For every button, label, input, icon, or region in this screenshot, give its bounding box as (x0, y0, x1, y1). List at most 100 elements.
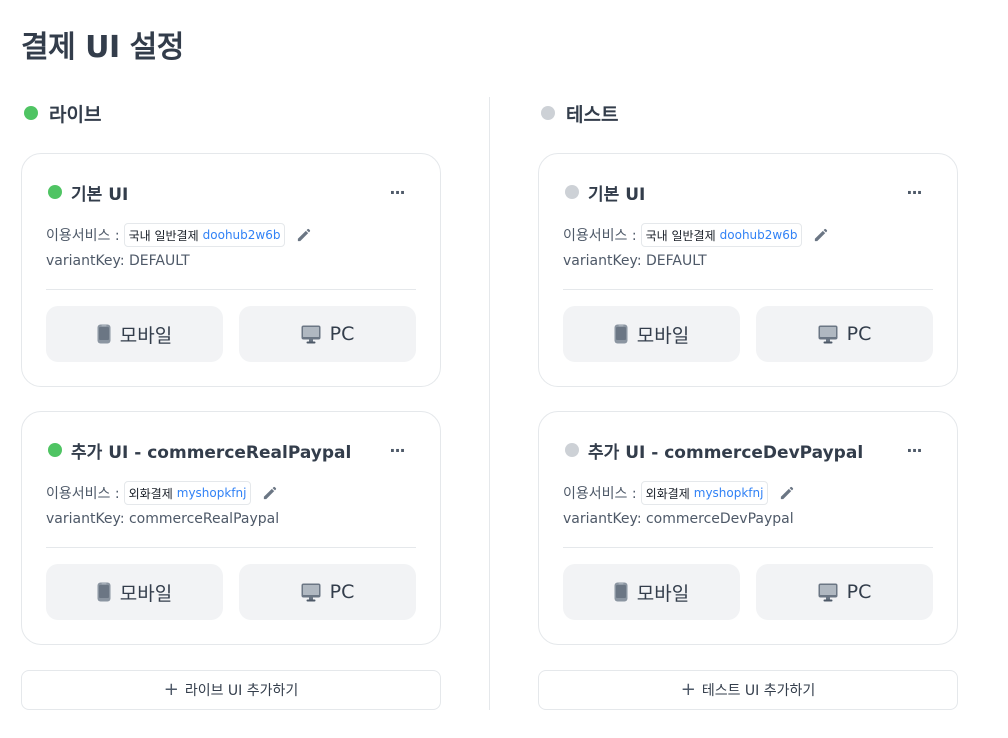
service-name: 국내 일반결제 (128, 228, 199, 243)
test-env-title: 테스트 (566, 103, 619, 126)
mobile-button-label: 모바일 (119, 582, 173, 605)
mobile-preview-button[interactable]: 모바일 (46, 564, 223, 620)
status-dot-icon (565, 185, 579, 199)
desktop-monitor-icon (301, 583, 321, 602)
live-status-dot-icon (24, 106, 38, 120)
service-tag: 국내 일반결제 doohub2w6b (123, 223, 286, 247)
pc-button-label: PC (329, 581, 355, 603)
card-separator (563, 547, 933, 548)
mobile-phone-icon (97, 582, 111, 602)
card-title: 기본 UI (588, 184, 646, 205)
more-options-button[interactable]: ··· (897, 181, 931, 203)
service-name: 외화결제 (128, 486, 173, 501)
pencil-icon (263, 486, 277, 499)
add-test-ui-label: 테스트 UI 추가하기 (701, 683, 816, 699)
service-label: 이용서비스 : (563, 486, 637, 502)
more-horizontal-icon: ··· (906, 182, 922, 202)
live-ui-card-additional: 추가 UI - commerceRealPaypal ··· 이용서비스 : 외… (21, 411, 441, 645)
more-horizontal-icon: ··· (389, 182, 405, 202)
service-row: 이용서비스 : 외화결제 myshopkfnj (563, 480, 795, 506)
card-title: 추가 UI - commerceRealPaypal (71, 442, 352, 463)
more-horizontal-icon: ··· (906, 440, 922, 460)
mobile-preview-button[interactable]: 모바일 (563, 306, 740, 362)
mobile-preview-button[interactable]: 모바일 (46, 306, 223, 362)
test-env-header: 테스트 (538, 99, 618, 127)
pc-preview-button[interactable]: PC (756, 564, 933, 620)
service-label: 이용서비스 : (563, 228, 637, 244)
payment-ui-settings-page: 결제 UI 설정 라이브 기본 UI ··· 이용서비스 : 국내 일반결제 d… (0, 0, 1008, 738)
pc-preview-button[interactable]: PC (239, 564, 416, 620)
card-title: 추가 UI - commerceDevPaypal (588, 442, 864, 463)
service-id: myshopkfnj (176, 486, 247, 500)
device-buttons: 모바일 PC (563, 564, 933, 620)
test-ui-card-additional: 추가 UI - commerceDevPaypal ··· 이용서비스 : 외화… (538, 411, 958, 645)
card-header: 추가 UI - commerceDevPaypal (565, 438, 864, 463)
mobile-phone-icon (614, 582, 628, 602)
variant-key: variantKey: commerceDevPaypal (563, 511, 794, 527)
service-id: doohub2w6b (719, 228, 798, 242)
service-name: 외화결제 (645, 486, 690, 501)
card-title: 기본 UI (71, 184, 129, 205)
pc-button-label: PC (329, 323, 355, 345)
variant-key: variantKey: DEFAULT (46, 253, 190, 269)
mobile-button-label: 모바일 (636, 324, 690, 347)
device-buttons: 모바일 PC (46, 564, 416, 620)
pencil-icon (780, 486, 794, 499)
more-horizontal-icon: ··· (389, 440, 405, 460)
add-test-ui-button[interactable]: + 테스트 UI 추가하기 (538, 670, 958, 710)
edit-service-button[interactable] (294, 226, 312, 244)
service-tag: 외화결제 myshopkfnj (123, 481, 252, 505)
add-live-ui-label: 라이브 UI 추가하기 (184, 683, 299, 699)
service-tag: 외화결제 myshopkfnj (640, 481, 769, 505)
test-ui-card-default: 기본 UI ··· 이용서비스 : 국내 일반결제 doohub2w6b var… (538, 153, 958, 387)
live-env-header: 라이브 (21, 99, 101, 127)
variant-key: variantKey: commerceRealPaypal (46, 511, 280, 527)
more-options-button[interactable]: ··· (380, 181, 414, 203)
service-id: doohub2w6b (202, 228, 281, 242)
card-header: 기본 UI (48, 180, 129, 205)
status-dot-icon (565, 443, 579, 457)
plus-icon: + (680, 679, 696, 700)
pencil-icon (814, 228, 828, 241)
card-header: 추가 UI - commerceRealPaypal (48, 438, 352, 463)
service-label: 이용서비스 : (46, 486, 120, 502)
status-dot-icon (48, 443, 62, 457)
desktop-monitor-icon (818, 325, 838, 344)
service-label: 이용서비스 : (46, 228, 120, 244)
more-options-button[interactable]: ··· (897, 439, 931, 461)
pc-preview-button[interactable]: PC (239, 306, 416, 362)
live-env-title: 라이브 (49, 103, 102, 126)
card-separator (46, 289, 416, 290)
service-row: 이용서비스 : 국내 일반결제 doohub2w6b (563, 222, 829, 248)
pc-button-label: PC (846, 323, 872, 345)
variant-key: variantKey: DEFAULT (563, 253, 707, 269)
test-column: 테스트 기본 UI ··· 이용서비스 : 국내 일반결제 doohub2w6b… (538, 0, 958, 738)
mobile-phone-icon (97, 324, 111, 344)
desktop-monitor-icon (301, 325, 321, 344)
add-live-ui-button[interactable]: + 라이브 UI 추가하기 (21, 670, 441, 710)
mobile-button-label: 모바일 (636, 582, 690, 605)
card-header: 기본 UI (565, 180, 646, 205)
edit-service-button[interactable] (777, 484, 795, 502)
mobile-phone-icon (614, 324, 628, 344)
service-name: 국내 일반결제 (645, 228, 716, 243)
device-buttons: 모바일 PC (563, 306, 933, 362)
device-buttons: 모바일 PC (46, 306, 416, 362)
edit-service-button[interactable] (811, 226, 829, 244)
live-column: 라이브 기본 UI ··· 이용서비스 : 국내 일반결제 doohub2w6b… (21, 0, 441, 738)
card-separator (46, 547, 416, 548)
pc-preview-button[interactable]: PC (756, 306, 933, 362)
pencil-icon (297, 228, 311, 241)
service-tag: 국내 일반결제 doohub2w6b (640, 223, 803, 247)
service-row: 이용서비스 : 국내 일반결제 doohub2w6b (46, 222, 312, 248)
live-ui-card-default: 기본 UI ··· 이용서비스 : 국내 일반결제 doohub2w6b var… (21, 153, 441, 387)
plus-icon: + (163, 679, 179, 700)
more-options-button[interactable]: ··· (380, 439, 414, 461)
edit-service-button[interactable] (260, 484, 278, 502)
mobile-button-label: 모바일 (119, 324, 173, 347)
pc-button-label: PC (846, 581, 872, 603)
service-id: myshopkfnj (693, 486, 764, 500)
mobile-preview-button[interactable]: 모바일 (563, 564, 740, 620)
test-status-dot-icon (541, 106, 555, 120)
desktop-monitor-icon (818, 583, 838, 602)
